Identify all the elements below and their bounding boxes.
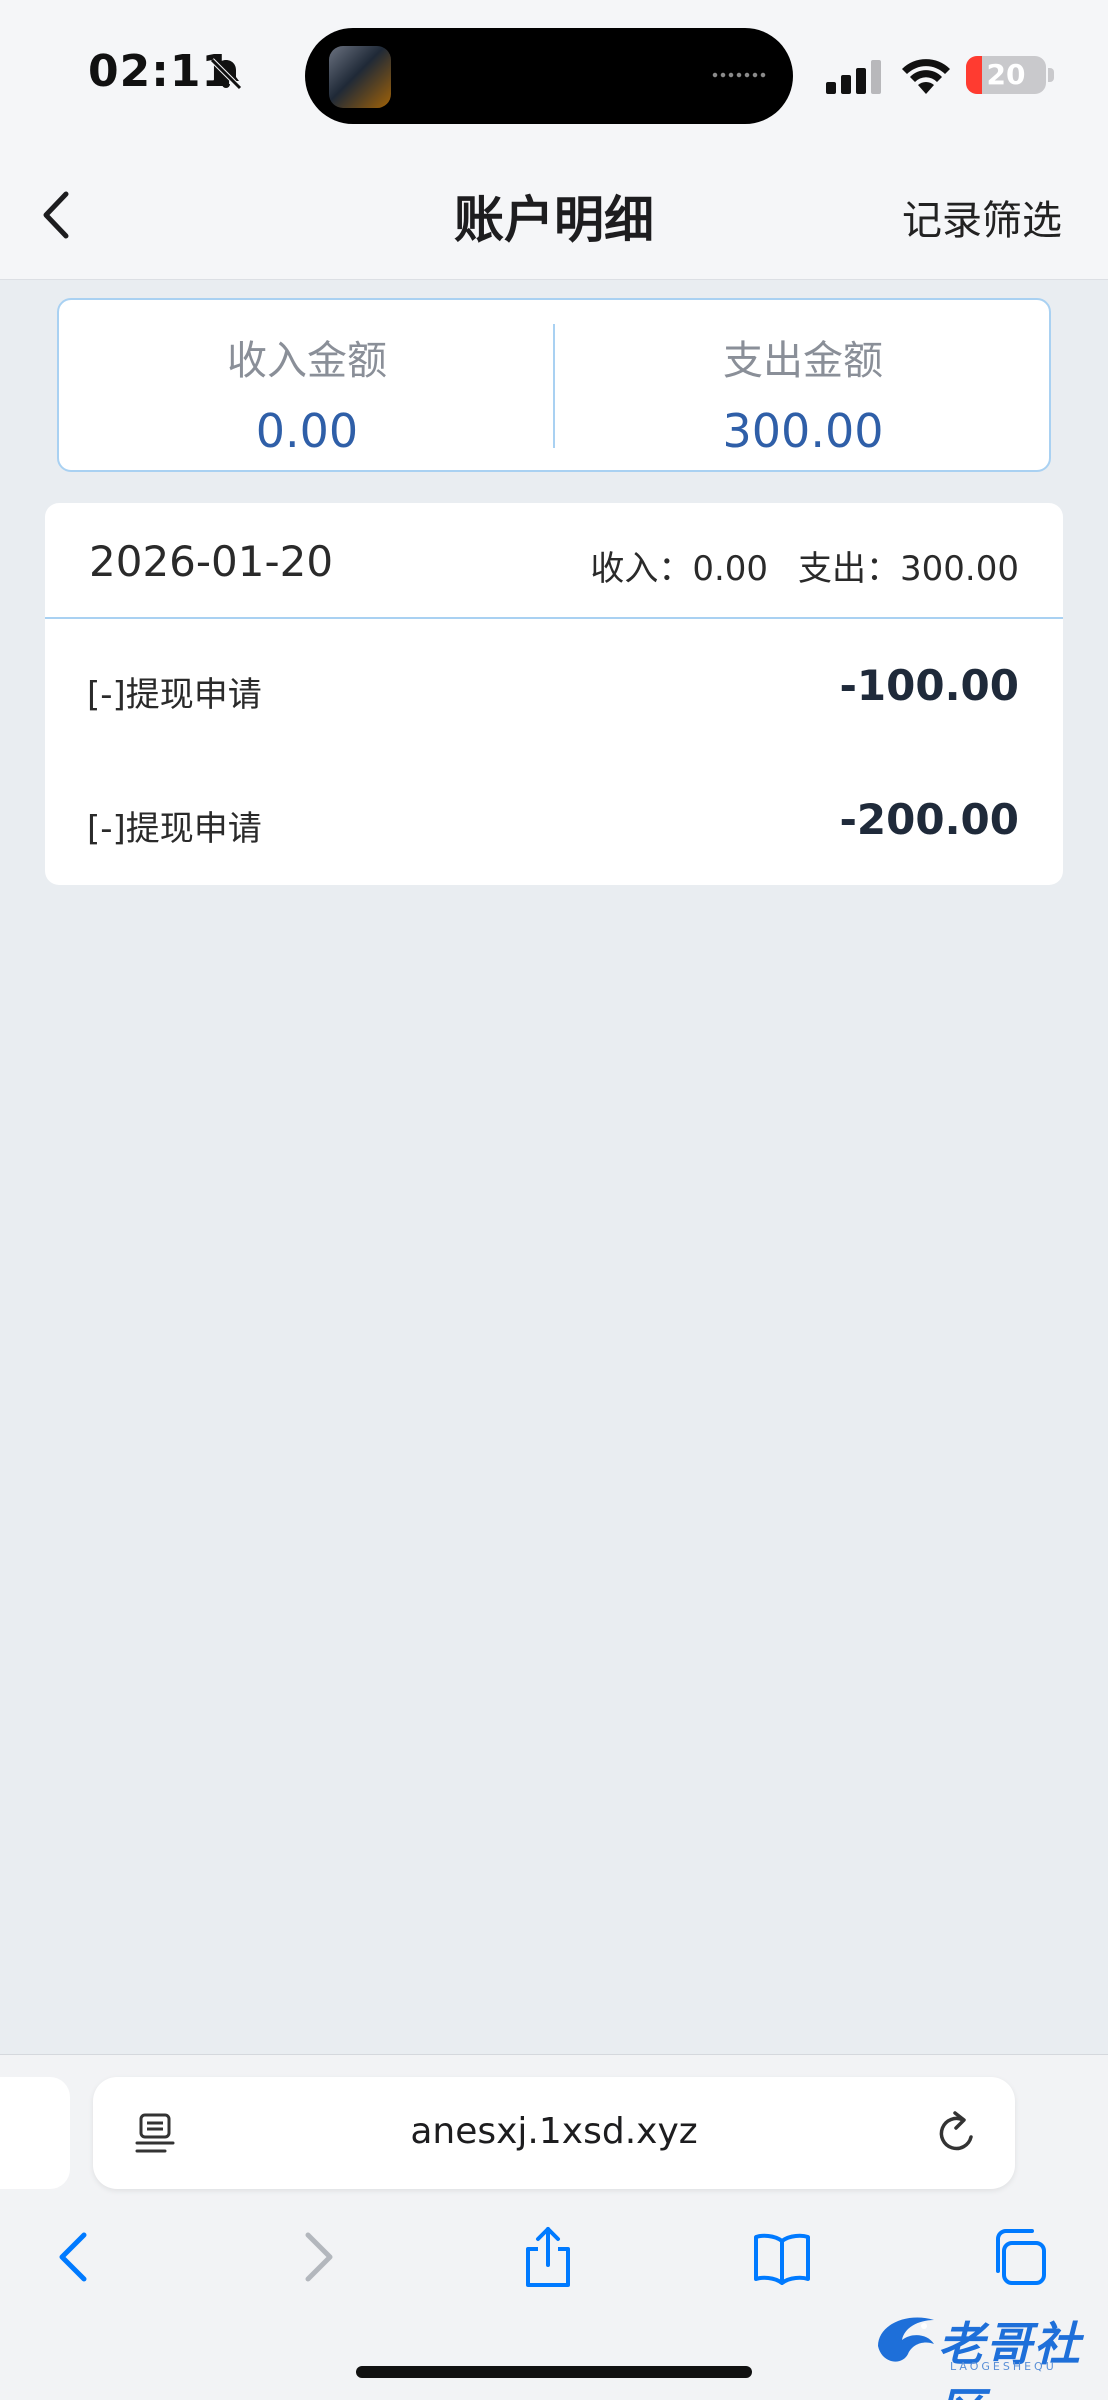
- home-indicator: [356, 2366, 752, 2378]
- expense-value: 300.00: [722, 404, 884, 458]
- entry-amount: -200.00: [839, 795, 1019, 844]
- expense-summary: 支出金额 300.00: [555, 300, 1051, 470]
- expense-label: 支出金额: [723, 338, 883, 384]
- watermark: 老哥社区 LAOGESHEQU: [866, 2300, 1100, 2400]
- record-totals: 收入：0.00 支出：300.00: [590, 541, 1019, 590]
- nav-header: 账户明细 记录筛选: [0, 150, 1108, 280]
- income-label: 收入金额: [227, 338, 387, 384]
- previous-tab-preview[interactable]: [0, 2077, 70, 2189]
- reload-icon[interactable]: [933, 2107, 981, 2157]
- income-summary: 收入金额 0.00: [59, 300, 555, 470]
- income-value: 0.00: [255, 404, 359, 458]
- record-filter-button[interactable]: 记录筛选: [902, 188, 1062, 246]
- bookmarks-icon[interactable]: [752, 2225, 812, 2289]
- bell-slash-icon: [210, 58, 242, 90]
- record-group-header: 2026-01-20 收入：0.00 支出：300.00: [45, 503, 1063, 619]
- now-playing-thumbnail: [329, 46, 391, 108]
- battery-nub: [1048, 68, 1054, 82]
- signal-icon: [826, 60, 881, 94]
- address-bar[interactable]: anesxj.1xsd.xyz: [93, 2077, 1015, 2189]
- list-item[interactable]: [-]提现申请 -200.00: [45, 755, 1063, 885]
- record-income-total: 收入：0.00: [590, 549, 769, 589]
- dynamic-island: [305, 28, 793, 124]
- entry-label: [-]提现申请: [87, 809, 262, 849]
- forward-icon[interactable]: [286, 2225, 346, 2289]
- battery-icon: 20: [966, 56, 1046, 94]
- activity-dots-icon: [711, 72, 767, 78]
- entry-amount: -100.00: [839, 661, 1019, 710]
- share-icon[interactable]: [518, 2225, 578, 2289]
- summary-card: 收入金额 0.00 支出金额 300.00: [57, 298, 1051, 472]
- battery-level: 20: [986, 58, 1026, 91]
- list-item[interactable]: [-]提现申请 -100.00: [45, 621, 1063, 755]
- record-group: 2026-01-20 收入：0.00 支出：300.00 [-]提现申请 -100…: [45, 503, 1063, 885]
- record-date: 2026-01-20: [89, 537, 334, 586]
- wifi-icon: [902, 59, 950, 94]
- entry-label: [-]提现申请: [87, 675, 262, 715]
- watermark-subtext: LAOGESHEQU: [950, 2360, 1057, 2373]
- tabs-icon[interactable]: [990, 2225, 1050, 2289]
- watermark-text: 老哥社区: [938, 2317, 1082, 2400]
- record-expense-total: 支出：300.00: [798, 549, 1019, 589]
- status-bar: 02:11 20: [0, 0, 1108, 150]
- back-icon[interactable]: [46, 2225, 106, 2289]
- url-text[interactable]: anesxj.1xsd.xyz: [93, 2111, 1015, 2152]
- dragon-logo-icon: [878, 2317, 934, 2362]
